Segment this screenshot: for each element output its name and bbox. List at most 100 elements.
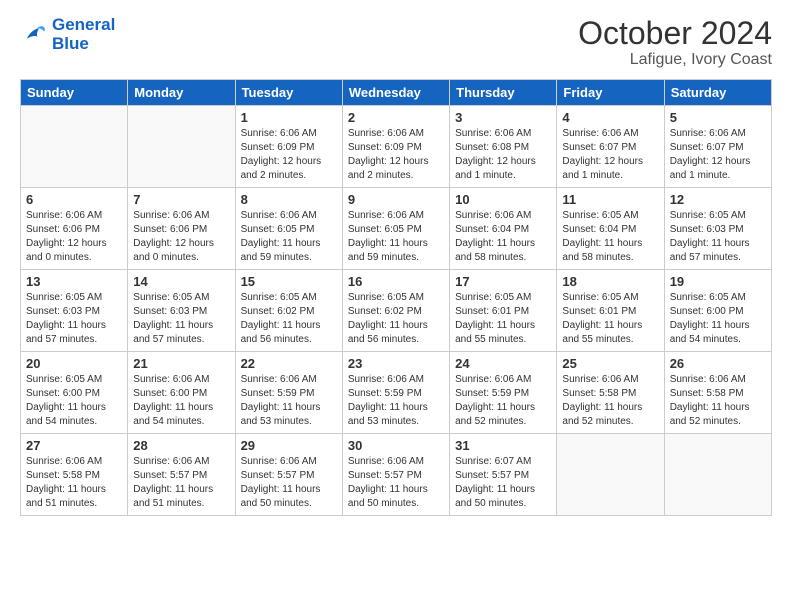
day-info: Sunrise: 6:06 AM Sunset: 5:58 PM Dayligh… (670, 373, 766, 429)
day-info: Sunrise: 6:06 AM Sunset: 6:08 PM Dayligh… (455, 127, 551, 183)
calendar-cell: 3 Sunrise: 6:06 AM Sunset: 6:08 PM Daylig… (450, 106, 557, 188)
day-number: 25 (562, 356, 658, 371)
location-subtitle: Lafigue, Ivory Coast (578, 51, 772, 69)
day-number: 30 (348, 438, 444, 453)
logo-text: General Blue (52, 16, 115, 53)
day-number: 22 (241, 356, 337, 371)
day-number: 7 (133, 192, 229, 207)
calendar-cell: 8 Sunrise: 6:06 AM Sunset: 6:05 PM Daylig… (235, 188, 342, 270)
day-info: Sunrise: 6:06 AM Sunset: 5:58 PM Dayligh… (26, 455, 122, 511)
week-row-4: 20Sunrise: 6:05 AM Sunset: 6:00 PM Dayli… (21, 352, 772, 434)
calendar-header-row: SundayMondayTuesdayWednesdayThursdayFrid… (21, 80, 772, 106)
day-number: 8 (241, 192, 337, 207)
day-number: 19 (670, 274, 766, 289)
month-title: October 2024 (578, 16, 772, 51)
day-number: 10 (455, 192, 551, 207)
day-number: 9 (348, 192, 444, 207)
day-number: 6 (26, 192, 122, 207)
calendar-cell: 23Sunrise: 6:06 AM Sunset: 5:59 PM Dayli… (342, 352, 449, 434)
calendar-cell: 1 Sunrise: 6:06 AM Sunset: 6:09 PM Daylig… (235, 106, 342, 188)
day-number: 29 (241, 438, 337, 453)
day-info: Sunrise: 6:06 AM Sunset: 5:59 PM Dayligh… (348, 373, 444, 429)
week-row-1: 1 Sunrise: 6:06 AM Sunset: 6:09 PM Daylig… (21, 106, 772, 188)
day-info: Sunrise: 6:06 AM Sunset: 6:05 PM Dayligh… (241, 209, 337, 265)
day-info: Sunrise: 6:05 AM Sunset: 6:03 PM Dayligh… (670, 209, 766, 265)
day-number: 14 (133, 274, 229, 289)
day-info: Sunrise: 6:05 AM Sunset: 6:00 PM Dayligh… (26, 373, 122, 429)
calendar-cell: 13Sunrise: 6:05 AM Sunset: 6:03 PM Dayli… (21, 270, 128, 352)
day-info: Sunrise: 6:07 AM Sunset: 5:57 PM Dayligh… (455, 455, 551, 511)
day-number: 11 (562, 192, 658, 207)
calendar-cell: 5 Sunrise: 6:06 AM Sunset: 6:07 PM Daylig… (664, 106, 771, 188)
calendar-header-tuesday: Tuesday (235, 80, 342, 106)
calendar-cell: 15Sunrise: 6:05 AM Sunset: 6:02 PM Dayli… (235, 270, 342, 352)
calendar-header-thursday: Thursday (450, 80, 557, 106)
day-info: Sunrise: 6:06 AM Sunset: 6:09 PM Dayligh… (348, 127, 444, 183)
calendar-cell: 20Sunrise: 6:05 AM Sunset: 6:00 PM Dayli… (21, 352, 128, 434)
day-info: Sunrise: 6:06 AM Sunset: 6:06 PM Dayligh… (26, 209, 122, 265)
calendar-header-friday: Friday (557, 80, 664, 106)
calendar-header-saturday: Saturday (664, 80, 771, 106)
day-info: Sunrise: 6:06 AM Sunset: 5:58 PM Dayligh… (562, 373, 658, 429)
day-number: 16 (348, 274, 444, 289)
day-number: 5 (670, 110, 766, 125)
calendar-cell: 28Sunrise: 6:06 AM Sunset: 5:57 PM Dayli… (128, 434, 235, 516)
day-number: 17 (455, 274, 551, 289)
day-info: Sunrise: 6:05 AM Sunset: 6:03 PM Dayligh… (133, 291, 229, 347)
week-row-5: 27Sunrise: 6:06 AM Sunset: 5:58 PM Dayli… (21, 434, 772, 516)
day-info: Sunrise: 6:06 AM Sunset: 6:00 PM Dayligh… (133, 373, 229, 429)
calendar-cell: 22Sunrise: 6:06 AM Sunset: 5:59 PM Dayli… (235, 352, 342, 434)
week-row-3: 13Sunrise: 6:05 AM Sunset: 6:03 PM Dayli… (21, 270, 772, 352)
calendar-cell: 18 Sunrise: 6:05 AM Sunset: 6:01 PM Dayli… (557, 270, 664, 352)
calendar-cell (21, 106, 128, 188)
day-info: Sunrise: 6:05 AM Sunset: 6:01 PM Dayligh… (562, 291, 658, 347)
calendar-cell: 17 Sunrise: 6:05 AM Sunset: 6:01 PM Dayli… (450, 270, 557, 352)
day-number: 26 (670, 356, 766, 371)
day-info: Sunrise: 6:05 AM Sunset: 6:02 PM Dayligh… (348, 291, 444, 347)
calendar-cell: 11 Sunrise: 6:05 AM Sunset: 6:04 PM Dayli… (557, 188, 664, 270)
day-info: Sunrise: 6:06 AM Sunset: 6:07 PM Dayligh… (670, 127, 766, 183)
calendar-cell (128, 106, 235, 188)
week-row-2: 6 Sunrise: 6:06 AM Sunset: 6:06 PM Daylig… (21, 188, 772, 270)
calendar-cell: 2Sunrise: 6:06 AM Sunset: 6:09 PM Daylig… (342, 106, 449, 188)
calendar-cell: 10 Sunrise: 6:06 AM Sunset: 6:04 PM Dayli… (450, 188, 557, 270)
calendar-cell: 31Sunrise: 6:07 AM Sunset: 5:57 PM Dayli… (450, 434, 557, 516)
day-info: Sunrise: 6:05 AM Sunset: 6:03 PM Dayligh… (26, 291, 122, 347)
calendar-cell: 21 Sunrise: 6:06 AM Sunset: 6:00 PM Dayli… (128, 352, 235, 434)
calendar-cell: 4 Sunrise: 6:06 AM Sunset: 6:07 PM Daylig… (557, 106, 664, 188)
calendar-header-monday: Monday (128, 80, 235, 106)
calendar-cell (557, 434, 664, 516)
day-info: Sunrise: 6:06 AM Sunset: 6:09 PM Dayligh… (241, 127, 337, 183)
day-number: 12 (670, 192, 766, 207)
calendar-cell: 6 Sunrise: 6:06 AM Sunset: 6:06 PM Daylig… (21, 188, 128, 270)
calendar-cell: 25 Sunrise: 6:06 AM Sunset: 5:58 PM Dayli… (557, 352, 664, 434)
day-info: Sunrise: 6:05 AM Sunset: 6:01 PM Dayligh… (455, 291, 551, 347)
day-info: Sunrise: 6:06 AM Sunset: 5:57 PM Dayligh… (348, 455, 444, 511)
logo: General Blue (20, 16, 115, 53)
day-info: Sunrise: 6:05 AM Sunset: 6:02 PM Dayligh… (241, 291, 337, 347)
day-info: Sunrise: 6:06 AM Sunset: 6:04 PM Dayligh… (455, 209, 551, 265)
day-number: 21 (133, 356, 229, 371)
day-number: 24 (455, 356, 551, 371)
header: General Blue October 2024 Lafigue, Ivory… (20, 16, 772, 69)
day-number: 28 (133, 438, 229, 453)
calendar-cell: 19Sunrise: 6:05 AM Sunset: 6:00 PM Dayli… (664, 270, 771, 352)
calendar-header-sunday: Sunday (21, 80, 128, 106)
day-info: Sunrise: 6:06 AM Sunset: 5:57 PM Dayligh… (241, 455, 337, 511)
day-info: Sunrise: 6:06 AM Sunset: 6:07 PM Dayligh… (562, 127, 658, 183)
day-number: 18 (562, 274, 658, 289)
logo-icon (20, 21, 48, 49)
day-info: Sunrise: 6:06 AM Sunset: 6:06 PM Dayligh… (133, 209, 229, 265)
day-number: 1 (241, 110, 337, 125)
day-number: 4 (562, 110, 658, 125)
calendar-cell: 12 Sunrise: 6:05 AM Sunset: 6:03 PM Dayli… (664, 188, 771, 270)
day-number: 3 (455, 110, 551, 125)
title-block: October 2024 Lafigue, Ivory Coast (578, 16, 772, 69)
calendar-header-wednesday: Wednesday (342, 80, 449, 106)
calendar-cell: 26 Sunrise: 6:06 AM Sunset: 5:58 PM Dayli… (664, 352, 771, 434)
calendar-cell: 27Sunrise: 6:06 AM Sunset: 5:58 PM Dayli… (21, 434, 128, 516)
calendar-cell (664, 434, 771, 516)
day-info: Sunrise: 6:05 AM Sunset: 6:04 PM Dayligh… (562, 209, 658, 265)
calendar-cell: 14 Sunrise: 6:05 AM Sunset: 6:03 PM Dayli… (128, 270, 235, 352)
calendar-cell: 24Sunrise: 6:06 AM Sunset: 5:59 PM Dayli… (450, 352, 557, 434)
